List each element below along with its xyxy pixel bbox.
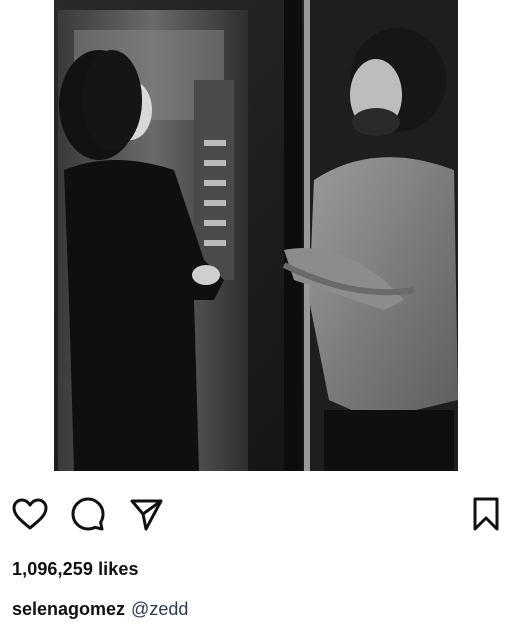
post-caption: selenagomez @zedd <box>12 599 188 620</box>
likes-count[interactable]: 1,096,259 likes <box>12 559 139 580</box>
bookmark-outline-icon[interactable] <box>466 494 506 534</box>
post-action-bar <box>0 494 508 538</box>
heart-outline-icon[interactable] <box>10 494 50 534</box>
caption-username[interactable]: selenagomez <box>12 599 125 619</box>
photo-image <box>54 0 458 471</box>
caption-mention-link[interactable]: @zedd <box>131 599 188 619</box>
send-paper-plane-icon[interactable] <box>126 494 166 534</box>
comment-bubble-icon[interactable] <box>68 494 108 534</box>
post-photo[interactable] <box>54 0 458 471</box>
